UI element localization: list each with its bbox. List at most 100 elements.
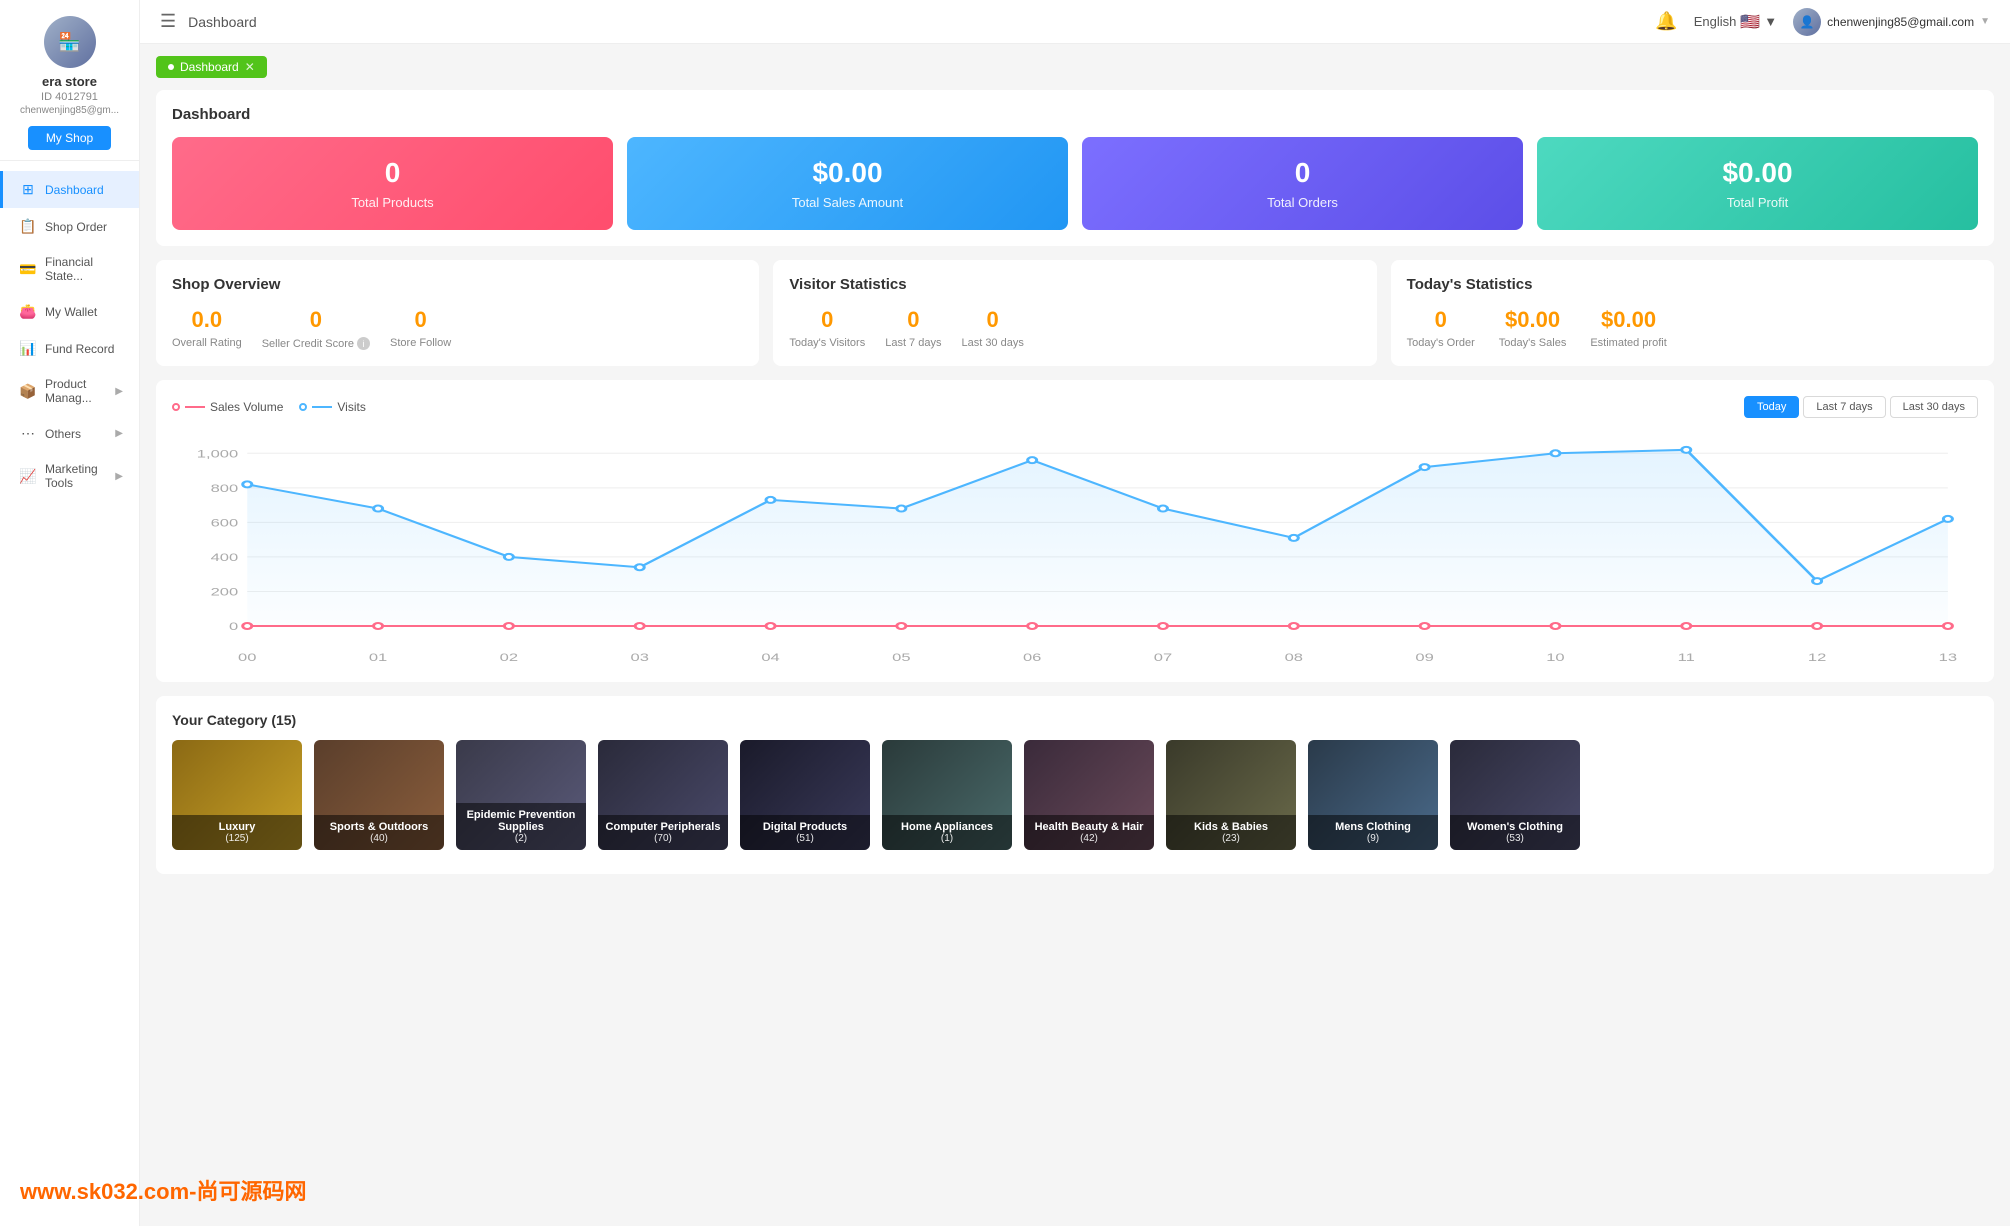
visitor-stats-items: 0 Today's Visitors 0 Last 7 days 0 Last … [789, 307, 1360, 349]
category-section: Your Category (15) Luxury (125) Sports &… [156, 696, 1994, 874]
legend-visits: Visits [299, 400, 365, 414]
sidebar-item-financial[interactable]: 💳 Financial State... [0, 245, 139, 293]
sales-legend-icon [172, 403, 180, 411]
svg-text:08: 08 [1285, 651, 1304, 664]
overview-stat-seller-credit: 0 Seller Credit Score i [262, 307, 370, 350]
sidebar-label-my-wallet: My Wallet [45, 305, 123, 319]
category-card-computer[interactable]: Computer Peripherals (70) [598, 740, 728, 850]
today-stat-todays-order: 0 Today's Order [1407, 307, 1475, 349]
chart-svg: 02004006008001,000 000102030405060708091… [172, 426, 1978, 666]
overview-stat-overall-rating: 0.0 Overall Rating [172, 307, 242, 350]
notification-bell-icon[interactable]: 🔔 [1655, 11, 1677, 32]
content-area: Dashboard ✕ Dashboard 0 Total Products $… [140, 44, 2010, 1226]
today-label-todays-sales: Today's Sales [1499, 337, 1567, 349]
overview-label-seller-credit: Seller Credit Score i [262, 337, 370, 350]
breadcrumb-close-icon[interactable]: ✕ [245, 60, 255, 74]
svg-text:00: 00 [238, 651, 257, 664]
store-name: era store [42, 74, 97, 89]
chart-buttons: TodayLast 7 daysLast 30 days [1744, 396, 1978, 418]
chart-btn-last-30-days[interactable]: Last 30 days [1890, 396, 1978, 418]
hamburger-icon[interactable]: ☰ [160, 11, 176, 32]
breadcrumb: Dashboard ✕ [156, 56, 1994, 78]
stat-value-total-sales: $0.00 [647, 157, 1048, 189]
category-overlay-digital: Digital Products (51) [740, 815, 870, 850]
topbar-title: Dashboard [188, 14, 257, 30]
overview-stat-store-follow: 0 Store Follow [390, 307, 451, 350]
my-shop-button[interactable]: My Shop [28, 126, 111, 150]
category-name-computer: Computer Peripherals [602, 821, 724, 833]
sidebar-item-fund-record[interactable]: 📊 Fund Record [0, 330, 139, 367]
category-title: Your Category (15) [172, 712, 1978, 728]
category-count-mens: (9) [1312, 833, 1434, 844]
chart-legend: Sales Volume Visits [172, 400, 366, 414]
category-count-kids: (23) [1170, 833, 1292, 844]
svg-text:800: 800 [211, 482, 239, 495]
visitor-label-last-7-days: Last 7 days [885, 337, 941, 349]
breadcrumb-label: Dashboard [180, 60, 239, 74]
svg-text:05: 05 [892, 651, 911, 664]
sidebar-item-product-manag[interactable]: 📦 Product Manag... ▶ [0, 367, 139, 415]
sidebar-divider [0, 160, 139, 161]
svg-text:10: 10 [1546, 651, 1565, 664]
chevron-icon: ▶ [115, 386, 123, 397]
svg-text:12: 12 [1808, 651, 1827, 664]
svg-text:07: 07 [1154, 651, 1173, 664]
sidebar-item-dashboard[interactable]: ⊞ Dashboard [0, 171, 139, 208]
visitor-label-last-30-days: Last 30 days [961, 337, 1023, 349]
chart-btn-last-7-days[interactable]: Last 7 days [1803, 396, 1885, 418]
category-card-sports[interactable]: Sports & Outdoors (40) [314, 740, 444, 850]
shop-order-icon: 📋 [19, 218, 37, 235]
svg-text:06: 06 [1023, 651, 1042, 664]
shop-overview-title: Shop Overview [172, 276, 743, 293]
category-name-kids: Kids & Babies [1170, 821, 1292, 833]
language-selector[interactable]: English 🇺🇸 ▼ [1694, 12, 1777, 32]
sidebar-label-financial: Financial State... [45, 255, 123, 283]
sidebar-item-marketing[interactable]: 📈 Marketing Tools ▶ [0, 452, 139, 500]
category-card-digital[interactable]: Digital Products (51) [740, 740, 870, 850]
svg-text:13: 13 [1939, 651, 1958, 664]
category-name-appliances: Home Appliances [886, 821, 1008, 833]
sidebar-label-product-manag: Product Manag... [45, 377, 107, 405]
visits-legend-icon [299, 403, 307, 411]
category-card-epidemic[interactable]: Epidemic Prevention Supplies (2) [456, 740, 586, 850]
overview-value-seller-credit: 0 [262, 307, 370, 333]
sidebar-label-shop-order: Shop Order [45, 220, 123, 234]
marketing-icon: 📈 [19, 468, 37, 485]
sidebar-item-others[interactable]: ⋯ Others ▶ [0, 415, 139, 452]
category-overlay-luxury: Luxury (125) [172, 815, 302, 850]
svg-text:04: 04 [761, 651, 780, 664]
category-card-health[interactable]: Health Beauty & Hair (42) [1024, 740, 1154, 850]
visitor-value-last-7-days: 0 [885, 307, 941, 333]
category-name-health: Health Beauty & Hair [1028, 821, 1150, 833]
dashboard-section: Dashboard 0 Total Products $0.00 Total S… [156, 90, 1994, 246]
category-card-womens[interactable]: Women's Clothing (53) [1450, 740, 1580, 850]
category-card-luxury[interactable]: Luxury (125) [172, 740, 302, 850]
category-name-mens: Mens Clothing [1312, 821, 1434, 833]
stat-card-total-profit: $0.00 Total Profit [1537, 137, 1978, 230]
category-card-kids[interactable]: Kids & Babies (23) [1166, 740, 1296, 850]
stat-label-total-profit: Total Profit [1557, 195, 1958, 210]
todays-stats-title: Today's Statistics [1407, 276, 1978, 293]
svg-text:01: 01 [369, 651, 388, 664]
sidebar-item-my-wallet[interactable]: 👛 My Wallet [0, 293, 139, 330]
category-count-health: (42) [1028, 833, 1150, 844]
svg-text:200: 200 [211, 585, 239, 598]
category-card-appliances[interactable]: Home Appliances (1) [882, 740, 1012, 850]
category-name-digital: Digital Products [744, 821, 866, 833]
overview-label-store-follow: Store Follow [390, 337, 451, 349]
category-overlay-appliances: Home Appliances (1) [882, 815, 1012, 850]
svg-text:0: 0 [229, 620, 238, 633]
chart-btn-today[interactable]: Today [1744, 396, 1799, 418]
category-overlay-health: Health Beauty & Hair (42) [1024, 815, 1154, 850]
svg-text:03: 03 [631, 651, 650, 664]
main-content: ☰ Dashboard 🔔 English 🇺🇸 ▼ 👤 chenwenjing… [140, 0, 2010, 1226]
category-count-womens: (53) [1454, 833, 1576, 844]
sidebar-label-fund-record: Fund Record [45, 342, 123, 356]
sidebar-item-shop-order[interactable]: 📋 Shop Order [0, 208, 139, 245]
sidebar: 🏪 era store ID 4012791 chenwenjing85@gm.… [0, 0, 140, 1226]
lang-chevron-icon: ▼ [1764, 14, 1777, 29]
user-menu[interactable]: 👤 chenwenjing85@gmail.com ▼ [1793, 8, 1990, 36]
category-name-womens: Women's Clothing [1454, 821, 1576, 833]
chevron-icon: ▶ [115, 471, 123, 482]
category-card-mens[interactable]: Mens Clothing (9) [1308, 740, 1438, 850]
